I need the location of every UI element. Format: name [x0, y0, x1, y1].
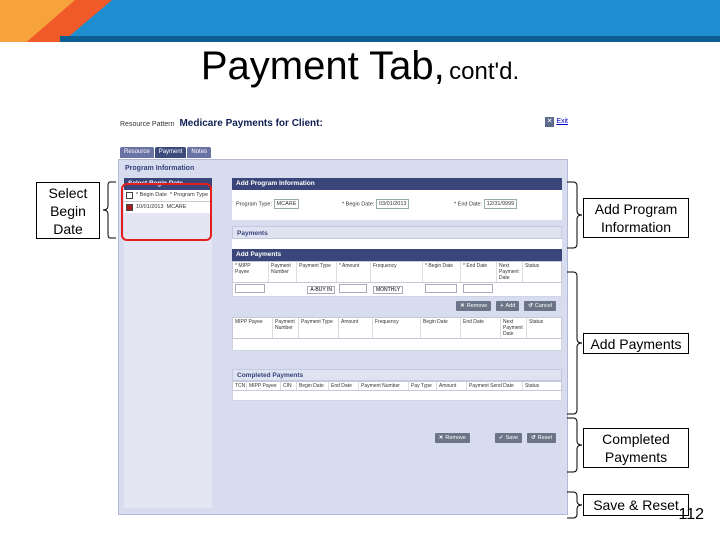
breadcrumb: Resource Pattern Medicare Payments for C… — [120, 118, 323, 129]
title-sub: cont'd. — [449, 58, 520, 85]
save-icon: ✓ — [498, 435, 504, 441]
add-payments-header: Add Payments — [232, 249, 562, 261]
completed-columns: TCN MIPP Payee CIN Begin Date End Date P… — [232, 381, 562, 391]
amount-input[interactable] — [339, 284, 367, 293]
slide-decoration — [0, 0, 720, 42]
add-payments-entry-row: A-BUY IN MONTHLY — [232, 283, 562, 297]
program-type-select[interactable]: MCARE — [273, 199, 300, 209]
cancel-button[interactable]: ↺ Cancel — [524, 301, 556, 311]
exit-icon[interactable]: ✕ — [545, 117, 555, 127]
add-button[interactable]: + Add — [496, 301, 520, 311]
reset-button[interactable]: ↺ Reset — [527, 433, 556, 443]
callout-save-reset: Save & Reset — [583, 494, 689, 516]
section-title: Program Information — [125, 165, 195, 172]
mipp-payee-input[interactable] — [235, 284, 265, 293]
page-number: 112 — [678, 506, 704, 523]
add-payments-buttons: ✕ Remove + Add ↺ Cancel — [232, 297, 562, 315]
title-main: Payment Tab, — [200, 44, 445, 88]
tab-payment[interactable]: Payment — [154, 147, 187, 158]
completed-row — [232, 391, 562, 401]
tab-bar: Resource Payment Notes — [120, 147, 212, 158]
begin-date-input[interactable]: 03/01/2013 — [375, 199, 410, 209]
slide-title: Payment Tab, cont'd. — [0, 44, 720, 89]
bottom-remove-button[interactable]: ✕ Remove — [434, 433, 470, 443]
remove-icon: ✕ — [460, 303, 465, 309]
brace-add-payments — [567, 271, 583, 415]
frequency-select[interactable]: MONTHLY — [373, 285, 404, 294]
callout-add-payments: Add Payments — [583, 333, 689, 354]
callout-completed: Completed Payments — [583, 428, 689, 468]
app-screenshot: Resource Pattern Medicare Payments for C… — [116, 108, 572, 518]
page-heading: Medicare Payments for Client: — [179, 118, 323, 129]
payment-type-select[interactable]: A-BUY IN — [307, 285, 335, 294]
reset-icon: ↺ — [531, 435, 536, 441]
callout-add-program: Add Program Information — [583, 198, 689, 238]
add-program-header: Add Program Information — [232, 178, 562, 190]
tab-resource[interactable]: Resource — [120, 147, 154, 158]
payment-begin-input[interactable] — [425, 284, 457, 293]
exit-control[interactable]: ✕ Exit — [545, 116, 568, 127]
end-date-input[interactable]: 12/31/9999 — [483, 199, 518, 209]
remove-button[interactable]: ✕ Remove — [456, 301, 492, 311]
exit-link[interactable]: Exit — [556, 118, 568, 125]
callout-select-begin: Select Begin Date — [36, 182, 100, 239]
payments-title: Payments — [232, 226, 562, 239]
brace-completed — [567, 417, 583, 473]
plus-icon: + — [500, 303, 504, 309]
brace-add-program — [567, 181, 583, 249]
remove-icon: ✕ — [438, 435, 444, 441]
payments-grid-columns: MIPP Payee Payment Number Payment Type A… — [232, 317, 562, 339]
tab-notes[interactable]: Notes — [187, 147, 212, 158]
add-program-form: Program Type: MCARE * Begin Date: 03/01/… — [232, 190, 562, 220]
cancel-icon: ↺ — [528, 303, 533, 309]
brace-left — [102, 181, 116, 239]
payment-end-input[interactable] — [463, 284, 493, 293]
save-button[interactable]: ✓ Save — [494, 433, 523, 443]
add-payments-columns: * MIPP Payee Payment Number Payment Type… — [232, 261, 562, 283]
completed-payments-header: Completed Payments — [232, 369, 562, 381]
payments-grid-row — [232, 339, 562, 351]
brace-save-reset — [567, 491, 583, 519]
highlight-box — [121, 183, 212, 241]
program-entry-column: Add Program Information Program Type: MC… — [232, 178, 562, 447]
bottom-buttons: ✕ Remove ✓ Save ↺ Reset — [232, 429, 562, 447]
